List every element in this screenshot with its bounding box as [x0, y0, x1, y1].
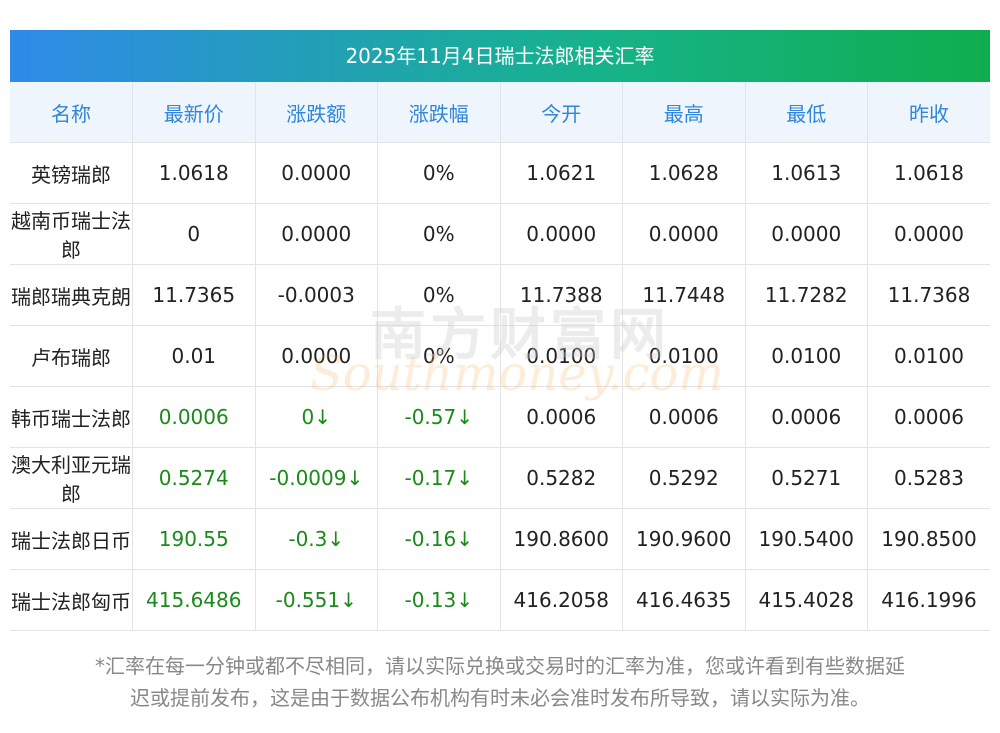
- cell-change: 0.0000: [255, 142, 378, 204]
- cell-low: 0.0006: [745, 386, 868, 448]
- cell-change: 0↓: [255, 386, 378, 448]
- cell-name: 瑞士法郎匈币: [10, 569, 133, 631]
- cell-pct: -0.16↓: [377, 508, 501, 570]
- cell-prev: 190.8500: [867, 508, 990, 570]
- cell-name: 瑞士法郎日币: [10, 508, 133, 570]
- cell-high: 416.4635: [622, 569, 746, 631]
- cell-high: 0.0006: [622, 386, 746, 448]
- rates-table: 名称 最新价 涨跌额 涨跌幅 今开 最高 最低 昨收 英镑瑞郎 1.0618 0.0…: [10, 82, 990, 631]
- table-row: 越南币瑞士法郎 0 0.0000 0% 0.0000 0.0000 0.0000 0.0000: [10, 203, 990, 265]
- column-header-pct: 涨跌幅: [377, 82, 501, 143]
- cell-prev: 0.0100: [867, 325, 990, 387]
- column-header-latest: 最新价: [132, 82, 256, 143]
- table-row: 瑞士法郎匈币 415.6486 -0.551↓ -0.13↓ 416.2058 416.4…: [10, 569, 990, 631]
- disclaimer-line-2: 迟或提前发布，这是由于数据公布机构有时未必会准时发布所导致，请以实际为准。: [130, 686, 870, 710]
- cell-low: 0.0000: [745, 203, 868, 265]
- cell-pct: 0%: [377, 203, 501, 265]
- rates-panel: 2025年11月4日瑞士法郎相关汇率 名称 最新价 涨跌额 涨跌幅 今开 最高 …: [0, 0, 1000, 733]
- disclaimer-line-1: *汇率在每一分钟或都不尽相同，请以实际兑换或交易时的汇率为准，您或许看到有些数据…: [95, 654, 905, 678]
- cell-prev: 0.0006: [867, 386, 990, 448]
- cell-prev: 1.0618: [867, 142, 990, 204]
- cell-open: 1.0621: [500, 142, 623, 204]
- cell-name: 澳大利亚元瑞郎: [10, 447, 133, 509]
- cell-high: 190.9600: [622, 508, 746, 570]
- cell-change: -0.0003: [255, 264, 378, 326]
- cell-name: 越南币瑞士法郎: [10, 203, 133, 265]
- table-row: 瑞士法郎日币 190.55 -0.3↓ -0.16↓ 190.8600 190.9600 1…: [10, 508, 990, 570]
- column-header-prev: 昨收: [867, 82, 990, 143]
- cell-prev: 0.5283: [867, 447, 990, 509]
- cell-pct: 0%: [377, 142, 501, 204]
- cell-name: 瑞郎瑞典克朗: [10, 264, 133, 326]
- cell-name: 卢布瑞郎: [10, 325, 133, 387]
- cell-open: 11.7388: [500, 264, 623, 326]
- cell-prev: 416.1996: [867, 569, 990, 631]
- table-row: 卢布瑞郎 0.01 0.0000 0% 0.0100 0.0100 0.0100 0.0100: [10, 325, 990, 387]
- table-header-row: 名称 最新价 涨跌额 涨跌幅 今开 最高 最低 昨收: [10, 82, 990, 143]
- cell-high: 1.0628: [622, 142, 746, 204]
- cell-low: 190.5400: [745, 508, 868, 570]
- table-row: 瑞郎瑞典克朗 11.7365 -0.0003 0% 11.7388 11.7448 11.7…: [10, 264, 990, 326]
- cell-latest: 11.7365: [132, 264, 256, 326]
- cell-prev: 11.7368: [867, 264, 990, 326]
- cell-low: 1.0613: [745, 142, 868, 204]
- cell-open: 190.8600: [500, 508, 623, 570]
- cell-high: 11.7448: [622, 264, 746, 326]
- column-header-open: 今开: [500, 82, 623, 143]
- cell-open: 0.0100: [500, 325, 623, 387]
- cell-latest: 0.5274: [132, 447, 256, 509]
- cell-change: -0.551↓: [255, 569, 378, 631]
- cell-latest: 1.0618: [132, 142, 256, 204]
- column-header-change: 涨跌额: [255, 82, 378, 143]
- cell-latest: 415.6486: [132, 569, 256, 631]
- cell-low: 11.7282: [745, 264, 868, 326]
- cell-pct: 0%: [377, 264, 501, 326]
- cell-low: 0.0100: [745, 325, 868, 387]
- page-title: 2025年11月4日瑞士法郎相关汇率: [10, 30, 990, 82]
- cell-change: -0.3↓: [255, 508, 378, 570]
- cell-pct: -0.57↓: [377, 386, 501, 448]
- cell-latest: 0.01: [132, 325, 256, 387]
- cell-change: -0.0009↓: [255, 447, 378, 509]
- cell-pct: 0%: [377, 325, 501, 387]
- cell-change: 0.0000: [255, 325, 378, 387]
- table-row: 澳大利亚元瑞郎 0.5274 -0.0009↓ -0.17↓ 0.5282 0.5292 0…: [10, 447, 990, 509]
- table-row: 韩币瑞士法郎 0.0006 0↓ -0.57↓ 0.0006 0.0006 0.0006 0.…: [10, 386, 990, 448]
- cell-pct: -0.13↓: [377, 569, 501, 631]
- table-row: 英镑瑞郎 1.0618 0.0000 0% 1.0621 1.0628 1.0613 1.06…: [10, 142, 990, 204]
- cell-name: 英镑瑞郎: [10, 142, 133, 204]
- cell-open: 0.0000: [500, 203, 623, 265]
- cell-prev: 0.0000: [867, 203, 990, 265]
- cell-high: 0.5292: [622, 447, 746, 509]
- cell-open: 0.5282: [500, 447, 623, 509]
- cell-low: 415.4028: [745, 569, 868, 631]
- column-header-high: 最高: [622, 82, 746, 143]
- cell-pct: -0.17↓: [377, 447, 501, 509]
- cell-high: 0.0100: [622, 325, 746, 387]
- cell-latest: 0: [132, 203, 256, 265]
- cell-name: 韩币瑞士法郎: [10, 386, 133, 448]
- cell-open: 416.2058: [500, 569, 623, 631]
- column-header-name: 名称: [10, 82, 133, 143]
- disclaimer-note: *汇率在每一分钟或都不尽相同，请以实际兑换或交易时的汇率为准，您或许看到有些数据…: [10, 650, 990, 714]
- column-header-low: 最低: [745, 82, 868, 143]
- cell-high: 0.0000: [622, 203, 746, 265]
- cell-change: 0.0000: [255, 203, 378, 265]
- cell-latest: 0.0006: [132, 386, 256, 448]
- cell-open: 0.0006: [500, 386, 623, 448]
- cell-latest: 190.55: [132, 508, 256, 570]
- cell-low: 0.5271: [745, 447, 868, 509]
